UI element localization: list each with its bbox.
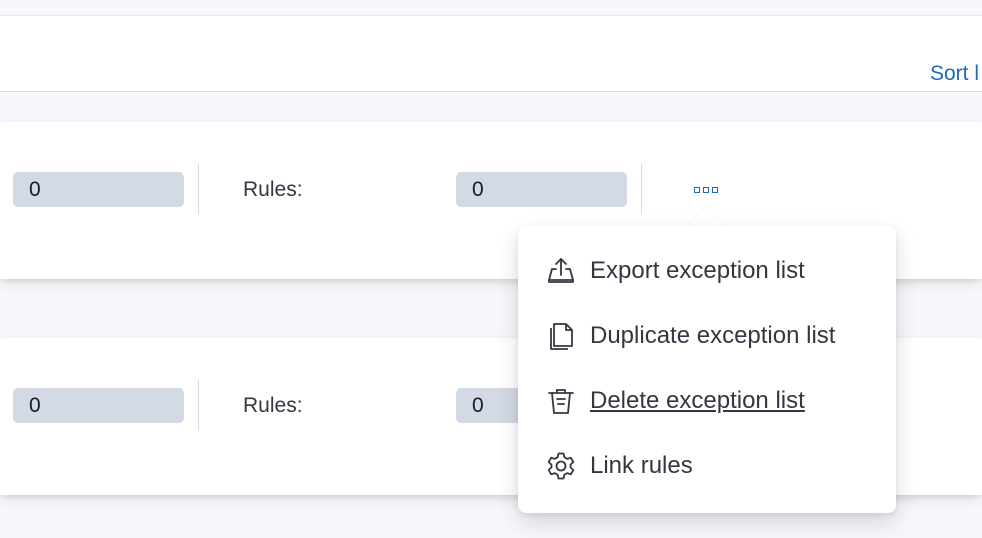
sort-button[interactable]: Sort l	[930, 62, 979, 86]
exceptions-count-badge: 0	[13, 172, 184, 207]
divider	[198, 380, 199, 430]
menu-item-label: Delete exception list	[590, 387, 805, 414]
menu-item-label: Link rules	[590, 452, 693, 479]
menu-item-label: Export exception list	[590, 257, 805, 284]
menu-item-label: Duplicate exception list	[590, 322, 836, 349]
export-icon	[546, 254, 580, 288]
trash-icon	[546, 384, 580, 418]
copy-icon	[546, 319, 580, 353]
top-strip	[0, 0, 982, 16]
menu-item-duplicate[interactable]: Duplicate exception list	[546, 316, 886, 356]
boxes-horizontal-icon	[694, 187, 700, 193]
rules-count-badge: 0	[456, 172, 627, 207]
menu-item-link-rules[interactable]: Link rules	[546, 446, 886, 486]
boxes-horizontal-icon-dot	[703, 187, 709, 193]
popover-arrow	[688, 205, 726, 227]
gear-icon	[546, 449, 580, 483]
exceptions-count-badge: 0	[13, 388, 184, 423]
menu-item-delete[interactable]: Delete exception list	[546, 381, 886, 421]
divider	[198, 164, 199, 214]
divider	[641, 164, 642, 214]
rules-label: Rules:	[243, 178, 303, 201]
actions-popover: Export exception list Duplicate exceptio…	[518, 226, 896, 513]
boxes-horizontal-icon-dot	[712, 187, 718, 193]
list-header: Sort l	[0, 16, 982, 92]
rules-label: Rules:	[243, 394, 303, 417]
actions-menu-button[interactable]	[687, 180, 725, 200]
menu-item-export[interactable]: Export exception list	[546, 251, 886, 291]
